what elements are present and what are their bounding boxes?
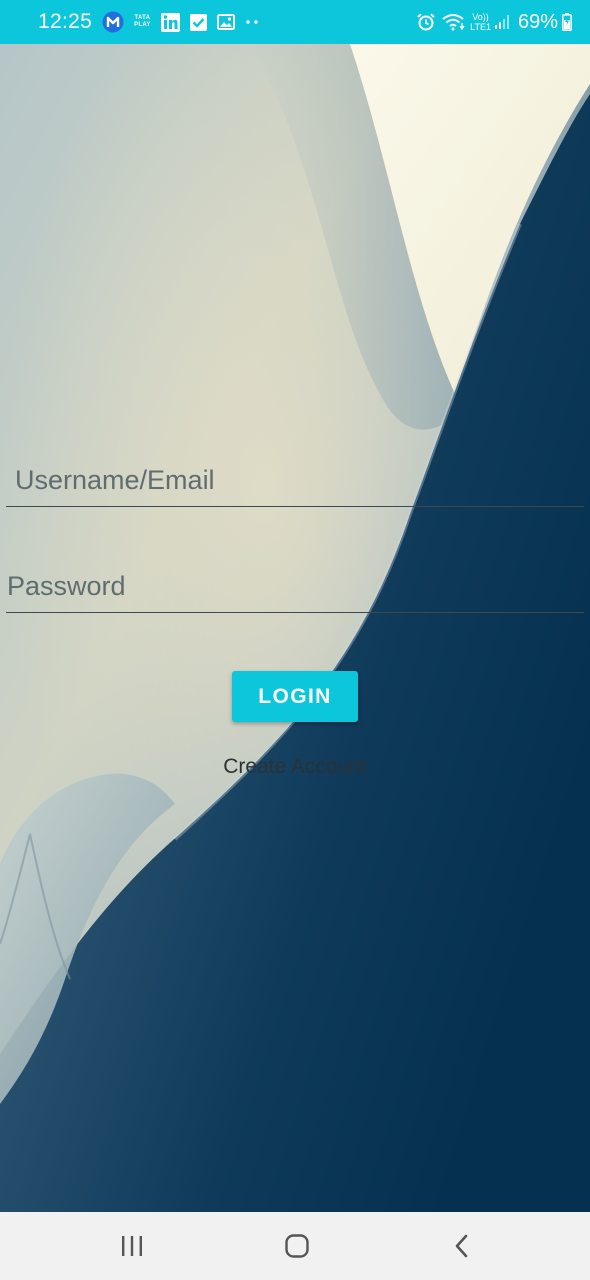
linkedin-icon [160,12,180,32]
login-screen: 12:25 TATA PLAY Vo)) LTE1 69% Username/E… [0,0,590,1280]
back-button[interactable] [440,1226,484,1266]
system-navigation-bar [0,1212,590,1280]
checkmark-icon [189,13,207,31]
status-clock: 12:25 [38,10,93,33]
background-image [0,44,590,1212]
network-lte-text: LTE1 [470,22,491,32]
username-field[interactable] [6,454,584,507]
meet-app-icon [102,11,124,33]
network-volte-text: Vo)) [472,12,489,22]
back-icon [455,1234,468,1258]
login-button[interactable]: LOGIN [232,671,358,722]
recent-apps-icon [122,1236,142,1256]
recent-apps-button[interactable] [110,1226,154,1266]
signal-icon [494,14,510,30]
tata-play-icon: TATA PLAY [134,15,151,29]
password-field[interactable] [6,560,584,613]
status-bar-left: 12:25 TATA PLAY [38,10,269,34]
battery-percentage: 69% [517,10,558,33]
alarm-icon [416,12,436,32]
gallery-icon [216,14,235,30]
home-button[interactable] [275,1226,319,1266]
username-input[interactable] [6,454,584,506]
create-account-link[interactable]: Create Account [0,755,590,779]
home-icon [285,1234,309,1258]
battery-icon [562,13,572,31]
password-input[interactable] [6,560,584,612]
wifi-icon [442,13,466,31]
more-dots-icon [245,19,259,25]
status-bar: 12:25 TATA PLAY Vo)) LTE1 69% [0,0,590,44]
tata-play-text-line2: PLAY [134,22,151,28]
network-type-label: Vo)) LTE1 [470,12,491,32]
tata-play-text-line1: TATA [134,15,151,21]
status-bar-right: Vo)) LTE1 69% [416,11,572,34]
